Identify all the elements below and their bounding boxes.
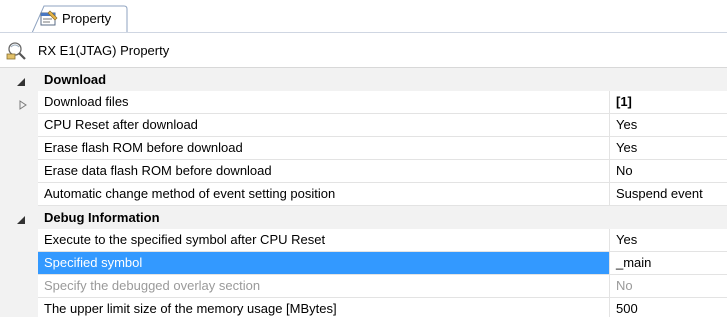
category-label: Download: [44, 72, 107, 87]
property-sheet-icon: [40, 10, 58, 26]
property-value[interactable]: Suspend event: [610, 183, 727, 206]
property-name: Erase data flash ROM before download: [38, 160, 610, 183]
debug-tool-icon: [6, 40, 28, 60]
row-gutter: [0, 252, 38, 275]
property-name: Specify the debugged overlay section: [38, 275, 610, 298]
property-name: CPU Reset after download: [38, 114, 610, 137]
row-gutter: [0, 183, 38, 206]
property-name: Automatic change method of event setting…: [38, 183, 610, 206]
property-row-memory-usage-limit[interactable]: The upper limit size of the memory usage…: [0, 298, 727, 317]
property-row-cpu-reset-after-download[interactable]: CPU Reset after download Yes: [0, 114, 727, 137]
property-row-event-setting-position[interactable]: Automatic change method of event setting…: [0, 183, 727, 206]
tab-property-label: Property: [62, 11, 112, 26]
property-name: Specified symbol: [38, 252, 610, 275]
panel-title: RX E1(JTAG) Property: [38, 43, 170, 58]
panel-header: RX E1(JTAG) Property: [0, 33, 727, 67]
property-row-erase-data-flash-rom[interactable]: Erase data flash ROM before download No: [0, 160, 727, 183]
property-name: Execute to the specified symbol after CP…: [38, 229, 610, 252]
collapse-triangle-icon[interactable]: [17, 213, 27, 224]
property-value[interactable]: Yes: [610, 137, 727, 160]
row-gutter: [0, 298, 38, 317]
expand-triangle-icon[interactable]: [19, 98, 27, 110]
property-value[interactable]: Yes: [610, 114, 727, 137]
property-value[interactable]: No: [610, 160, 727, 183]
property-row-execute-to-symbol[interactable]: Execute to the specified symbol after CP…: [0, 229, 727, 252]
row-gutter: [0, 275, 38, 298]
property-value[interactable]: _main: [610, 252, 727, 275]
category-download[interactable]: Download: [0, 68, 727, 91]
collapse-triangle-icon[interactable]: [17, 75, 27, 86]
property-row-debugged-overlay-section[interactable]: Specify the debugged overlay section No: [0, 275, 727, 298]
property-value[interactable]: [1]: [610, 91, 727, 114]
row-gutter: [0, 160, 38, 183]
row-gutter: [0, 137, 38, 160]
tab-property[interactable]: Property: [32, 5, 128, 33]
property-value[interactable]: No: [610, 275, 727, 298]
row-gutter: [0, 114, 38, 137]
category-label: Debug Information: [44, 210, 160, 225]
property-panel: Property RX E1(JTAG) Property Download D…: [0, 0, 727, 317]
property-name: The upper limit size of the memory usage…: [38, 298, 610, 317]
row-gutter: [0, 229, 38, 252]
property-value[interactable]: 500: [610, 298, 727, 317]
property-name: Download files: [38, 91, 610, 114]
property-row-specified-symbol[interactable]: Specified symbol _main: [0, 252, 727, 275]
tab-strip: Property: [0, 0, 727, 33]
property-row-download-files[interactable]: Download files [1]: [0, 91, 727, 114]
property-row-erase-flash-rom[interactable]: Erase flash ROM before download Yes: [0, 137, 727, 160]
category-debug-information[interactable]: Debug Information: [0, 206, 727, 229]
property-name: Erase flash ROM before download: [38, 137, 610, 160]
property-grid: Download Download files [1] CPU Reset af…: [0, 67, 727, 317]
property-value[interactable]: Yes: [610, 229, 727, 252]
